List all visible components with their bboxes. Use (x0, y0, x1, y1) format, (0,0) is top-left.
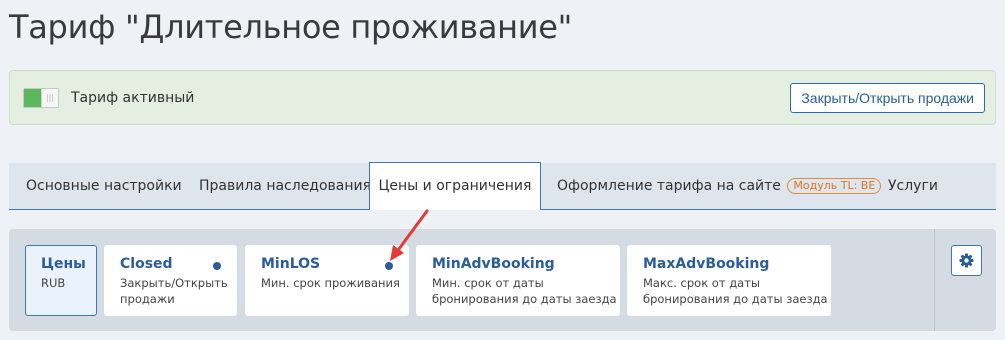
rate-card-minadvbooking[interactable]: MinAdvBooking Мин. срок от даты брониров… (416, 245, 620, 316)
settings-button[interactable] (951, 245, 982, 276)
tab-label: Основные настройки (26, 178, 182, 194)
card-subtitle: Мин. срок от даты бронирования до даты з… (432, 275, 620, 307)
rate-card-prices[interactable]: Цены RUB (25, 245, 97, 316)
tab-site-design[interactable]: Оформление тарифа на сайте Модуль TL: BE (557, 163, 882, 209)
card-subtitle-line: Мин. срок от даты (432, 276, 544, 290)
rates-panel: Цены RUB Closed Закрыть/Открыть продажи … (9, 229, 996, 331)
card-subtitle: RUB (41, 276, 66, 290)
toggle-knob: ||| (41, 89, 58, 107)
tab-prices-restrictions[interactable]: Цены и ограничения (369, 162, 541, 210)
card-title: MaxAdvBooking (643, 256, 770, 272)
tab-basic-settings[interactable]: Основные настройки (26, 163, 182, 209)
rate-card-maxadvbooking[interactable]: MaxAdvBooking Макс. срок от даты брониро… (627, 245, 831, 316)
tariff-status-panel: ||| Тариф активный Закрыть/Открыть прода… (9, 70, 996, 125)
tab-inheritance-rules[interactable]: Правила наследования (199, 163, 371, 209)
tab-services[interactable]: Услуги (888, 163, 938, 209)
active-label: Тариф активный (71, 90, 195, 106)
card-subtitle-line: продажи (120, 292, 175, 306)
tabs-bar: Основные настройки Правила наследования … (9, 162, 996, 210)
rate-card-closed[interactable]: Closed Закрыть/Открыть продажи (104, 245, 237, 316)
card-subtitle: Закрыть/Открыть продажи (120, 275, 237, 307)
active-dot (213, 262, 221, 270)
toggle-on-indicator (24, 89, 41, 107)
tab-label: Правила наследования (199, 178, 372, 194)
page-title: Тариф "Длительное проживание" (9, 8, 573, 46)
card-subtitle-line: бронирования до даты заезда (643, 292, 828, 306)
card-title: Цены (41, 256, 86, 272)
card-subtitle: Макс. срок от даты бронирования до даты … (643, 275, 831, 307)
card-subtitle: Мин. срок проживания (261, 276, 400, 290)
tab-label: Услуги (888, 178, 938, 194)
card-title: MinAdvBooking (432, 256, 555, 272)
close-open-sales-button[interactable]: Закрыть/Открыть продажи (790, 83, 985, 113)
card-subtitle-line: Закрыть/Открыть (120, 276, 228, 290)
card-subtitle-line: бронирования до даты заезда (432, 292, 617, 306)
tab-label: Оформление тарифа на сайте (557, 178, 781, 194)
active-toggle[interactable]: ||| (23, 88, 59, 108)
gear-icon (959, 253, 974, 268)
tab-label: Цены и ограничения (378, 178, 532, 194)
annotation-arrow (390, 209, 429, 261)
module-badge: Модуль TL: BE (787, 178, 882, 194)
panel-divider (934, 229, 935, 331)
card-subtitle-line: Макс. срок от даты (643, 276, 760, 290)
